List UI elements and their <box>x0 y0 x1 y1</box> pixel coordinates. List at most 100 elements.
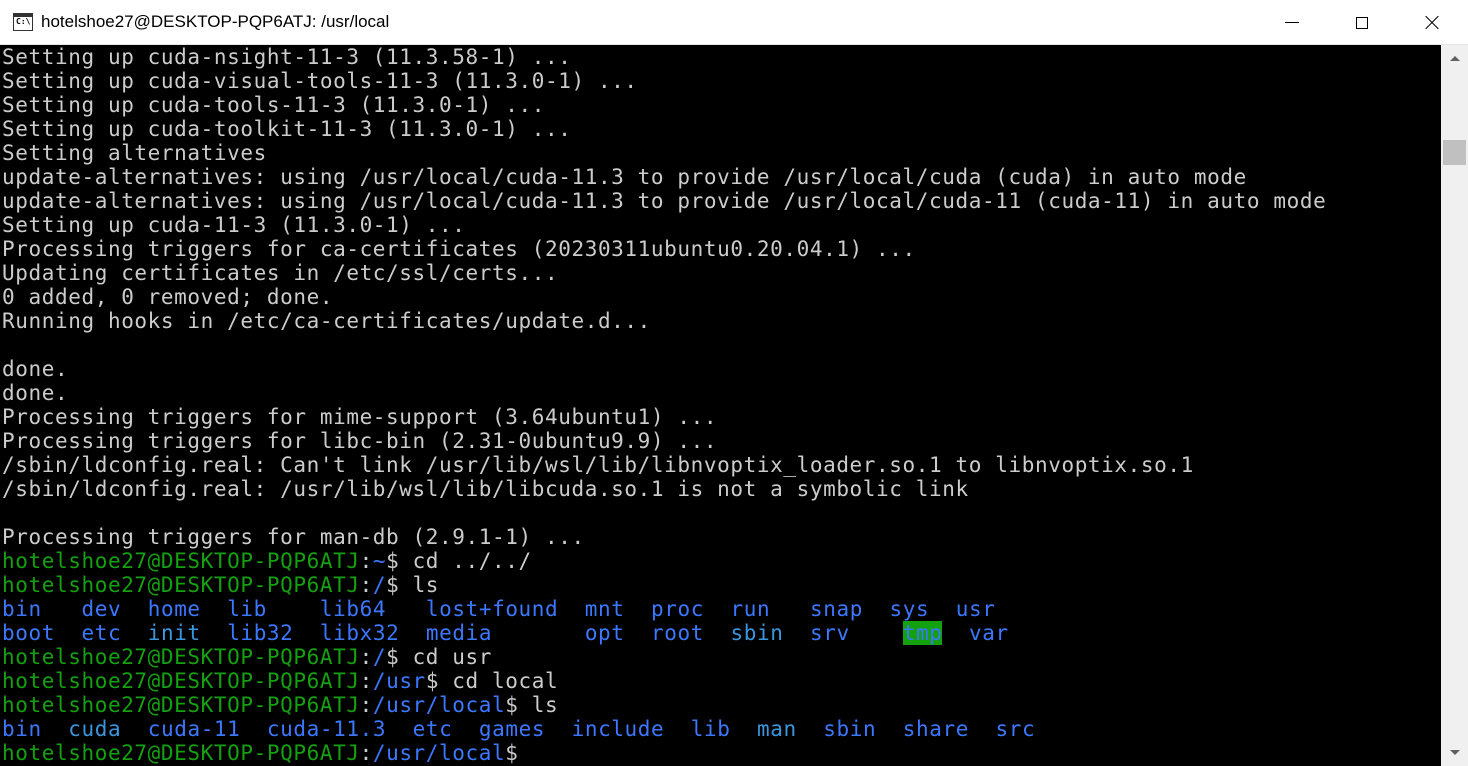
terminal-text-segment: cuda-11.3 <box>266 717 387 741</box>
terminal-text-segment: $ <box>505 741 519 765</box>
chevron-up-icon <box>1449 56 1460 61</box>
scroll-down-button[interactable] <box>1441 739 1468 766</box>
terminal-text-segment: share <box>902 717 969 741</box>
terminal-line: Setting up cuda-nsight-11-3 (11.3.58-1) … <box>2 45 1326 69</box>
terminal-lines: Setting up cuda-nsight-11-3 (11.3.58-1) … <box>2 45 1326 765</box>
terminal-text-segment: hotelshoe27@DESKTOP-PQP6ATJ <box>2 693 360 717</box>
terminal-text-segment: Setting up cuda-11-3 (11.3.0-1) ... <box>2 213 466 237</box>
maximize-button[interactable] <box>1327 0 1397 45</box>
terminal-text-segment: $ cd local <box>425 669 559 693</box>
terminal-text-segment: lib <box>227 597 267 621</box>
terminal-text-segment: update-alternatives: using /usr/local/cu… <box>2 189 1327 213</box>
terminal-text-segment: bin <box>2 597 42 621</box>
terminal-text-segment: bin <box>2 717 42 741</box>
terminal-line: bin dev home lib lib64 lost+found mnt pr… <box>2 597 1326 621</box>
close-icon <box>1424 15 1440 31</box>
close-button[interactable] <box>1397 0 1467 45</box>
terminal-text-segment: sbin <box>823 717 877 741</box>
console-icon-text: C:\ <box>16 17 31 26</box>
scrollbar-thumb[interactable] <box>1443 140 1466 165</box>
terminal-line: Setting up cuda-11-3 (11.3.0-1) ... <box>2 213 1326 237</box>
terminal-text-segment: Setting up cuda-nsight-11-3 (11.3.58-1) … <box>2 45 572 69</box>
terminal-output[interactable]: Setting up cuda-nsight-11-3 (11.3.58-1) … <box>0 45 1441 766</box>
terminal-line: hotelshoe27@DESKTOP-PQP6ATJ:/usr/local$ … <box>2 693 1326 717</box>
terminal-text-segment: proc <box>651 597 705 621</box>
terminal-line: hotelshoe27@DESKTOP-PQP6ATJ:/usr/local$ <box>2 741 1326 765</box>
terminal-text-segment: : <box>359 741 373 765</box>
terminal-text-segment: Processing triggers for ca-certificates … <box>2 237 916 261</box>
vertical-scrollbar[interactable] <box>1441 45 1468 766</box>
minimize-button[interactable] <box>1257 0 1327 45</box>
terminal-text-segment: man <box>757 717 797 741</box>
terminal-line: Running hooks in /etc/ca-certificates/up… <box>2 309 1326 333</box>
terminal-line: hotelshoe27@DESKTOP-PQP6ATJ:/$ ls <box>2 573 1326 597</box>
console-icon[interactable]: C:\ <box>13 13 33 31</box>
terminal-text-segment: srv <box>810 621 850 645</box>
terminal-text-segment: Setting alternatives <box>2 141 267 165</box>
terminal-text-segment: src <box>995 717 1036 741</box>
terminal-line: Processing triggers for libc-bin (2.31-0… <box>2 429 1326 453</box>
terminal-line: Updating certificates in /etc/ssl/certs.… <box>2 261 1326 285</box>
terminal-line: Setting up cuda-visual-tools-11-3 (11.3.… <box>2 69 1326 93</box>
terminal-line: hotelshoe27@DESKTOP-PQP6ATJ:/$ cd usr <box>2 645 1326 669</box>
terminal-text-segment: mnt <box>584 597 625 621</box>
terminal-text-segment: done. <box>2 381 69 405</box>
title-bar[interactable]: C:\ hotelshoe27@DESKTOP-PQP6ATJ: /usr/lo… <box>0 0 1468 45</box>
maximize-icon <box>1356 16 1368 29</box>
terminal-text-segment: $ ls <box>505 693 559 717</box>
terminal-text-segment: hotelshoe27@DESKTOP-PQP6ATJ <box>2 645 360 669</box>
terminal-line: boot etc init lib32 libx32 media opt roo… <box>2 621 1326 645</box>
terminal-line: done. <box>2 381 1326 405</box>
terminal-text-segment: lib32 <box>227 621 294 645</box>
terminal-text-segment: cuda-11 <box>147 717 241 741</box>
terminal-text-segment: update-alternatives: using /usr/local/cu… <box>2 165 1247 189</box>
terminal-text-segment: Running hooks in /etc/ca-certificates/up… <box>2 309 651 333</box>
terminal-text-segment: dev <box>81 597 122 621</box>
terminal-text-segment: Updating certificates in /etc/ssl/certs.… <box>2 261 559 285</box>
terminal-text-segment: etc <box>412 717 453 741</box>
terminal-line: bin cuda cuda-11 cuda-11.3 etc games inc… <box>2 717 1326 741</box>
terminal-text-segment: /sbin/ldconfig.real: Can't link /usr/lib… <box>2 453 1194 477</box>
terminal-text-segment: init <box>147 621 201 645</box>
terminal-line: Processing triggers for ca-certificates … <box>2 237 1326 261</box>
terminal-text-segment: : <box>359 549 373 573</box>
terminal-text-segment: $ cd ../../ <box>386 549 532 573</box>
terminal-text-segment: lib <box>690 717 731 741</box>
terminal-text-segment: sys <box>889 597 930 621</box>
terminal-text-segment: Processing triggers for mime-support (3.… <box>2 405 718 429</box>
terminal-text-segment: /usr/local <box>372 693 506 717</box>
terminal-text-segment: hotelshoe27@DESKTOP-PQP6ATJ <box>2 573 360 597</box>
terminal-text-segment: var <box>968 621 1009 645</box>
terminal-text-segment: lost+found <box>425 597 559 621</box>
terminal-text-segment: : <box>359 693 373 717</box>
terminal-text-segment: Setting up cuda-visual-tools-11-3 (11.3.… <box>2 69 638 93</box>
terminal-text-segment: /usr <box>372 669 426 693</box>
terminal-line: update-alternatives: using /usr/local/cu… <box>2 189 1326 213</box>
terminal-text-segment: hotelshoe27@DESKTOP-PQP6ATJ <box>2 549 360 573</box>
terminal-line: Setting alternatives <box>2 141 1326 165</box>
terminal-text-segment: opt <box>584 621 625 645</box>
minimize-icon <box>1285 22 1299 23</box>
terminal-text-segment: boot <box>2 621 55 645</box>
scroll-up-button[interactable] <box>1441 45 1468 72</box>
terminal-text-segment: cuda <box>68 717 122 741</box>
